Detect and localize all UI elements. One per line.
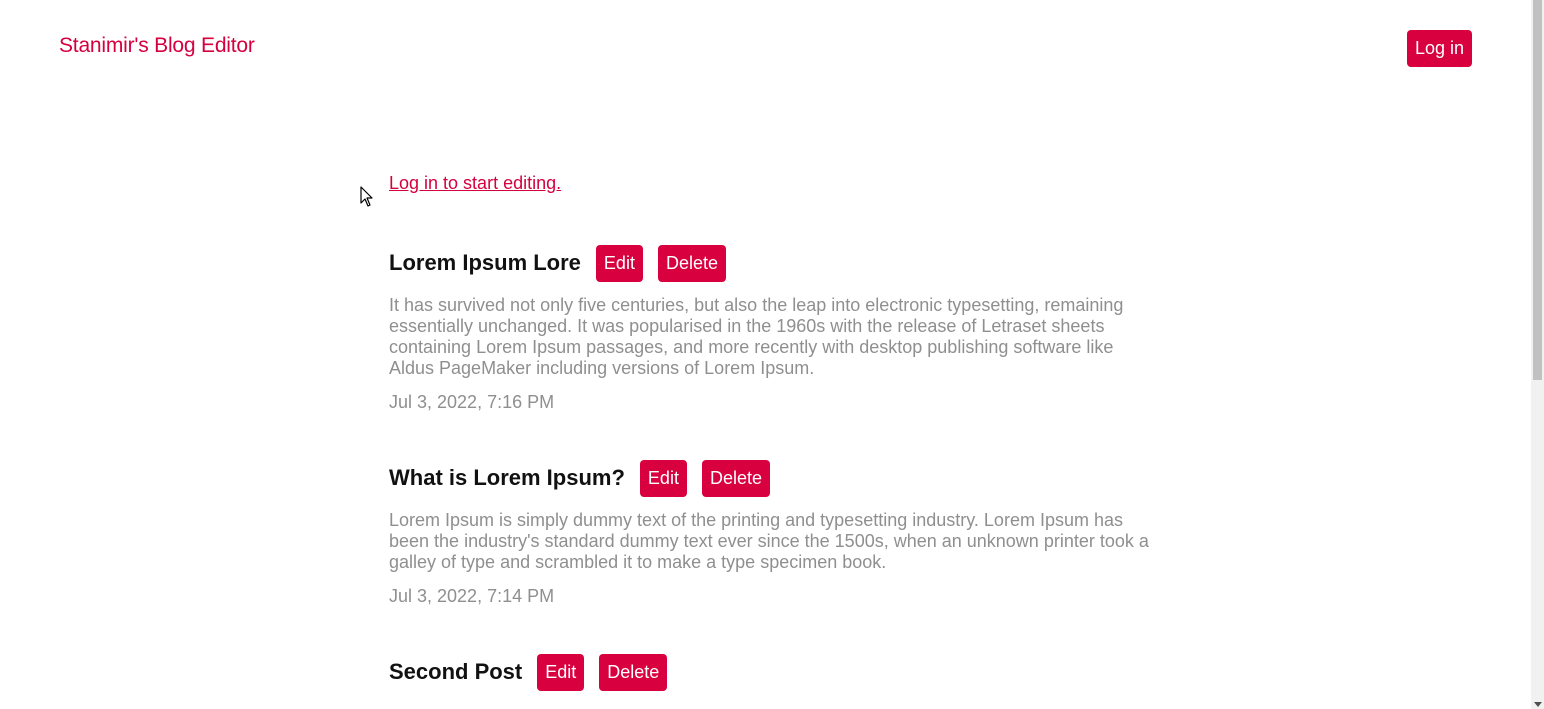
post-body: It has survived not only five centuries,… (389, 295, 1124, 378)
site-title: Stanimir's Blog Editor (59, 34, 255, 57)
post-item: Second Post Edit Delete (389, 653, 1149, 691)
delete-post-button[interactable]: Delete (701, 459, 770, 497)
post-title: What is Lorem Ipsum? (389, 465, 625, 490)
post-header: Lorem Ipsum Lore Edit Delete (389, 244, 1149, 282)
post-date: Jul 3, 2022, 7:16 PM (389, 392, 555, 412)
login-button[interactable]: Log in (1407, 30, 1472, 67)
edit-post-button[interactable]: Edit (639, 459, 687, 497)
post-header: Second Post Edit Delete (389, 653, 1149, 691)
blog-editor-page: Stanimir's Blog Editor Log in Log in to … (0, 0, 1544, 709)
post-item: Lorem Ipsum Lore Edit Delete It has surv… (389, 244, 1149, 413)
post-title: Second Post (389, 659, 523, 684)
mouse-cursor-icon (360, 186, 373, 207)
post-date: Jul 3, 2022, 7:14 PM (389, 586, 555, 606)
delete-post-button[interactable]: Delete (657, 244, 726, 282)
vertical-scrollbar[interactable] (1531, 0, 1544, 709)
scroll-down-arrow-icon[interactable] (1534, 702, 1542, 707)
post-header: What is Lorem Ipsum? Edit Delete (389, 459, 1149, 497)
edit-post-button[interactable]: Edit (537, 653, 585, 691)
edit-post-button[interactable]: Edit (595, 244, 643, 282)
scrollbar-thumb[interactable] (1533, 0, 1542, 380)
post-item: What is Lorem Ipsum? Edit Delete Lorem I… (389, 459, 1149, 607)
post-list: Lorem Ipsum Lore Edit Delete It has surv… (389, 244, 1149, 709)
post-body: Lorem Ipsum is simply dummy text of the … (389, 510, 1149, 572)
post-title: Lorem Ipsum Lore (389, 250, 581, 275)
delete-post-button[interactable]: Delete (599, 653, 668, 691)
login-prompt-link[interactable]: Log in to start editing. (389, 173, 561, 194)
